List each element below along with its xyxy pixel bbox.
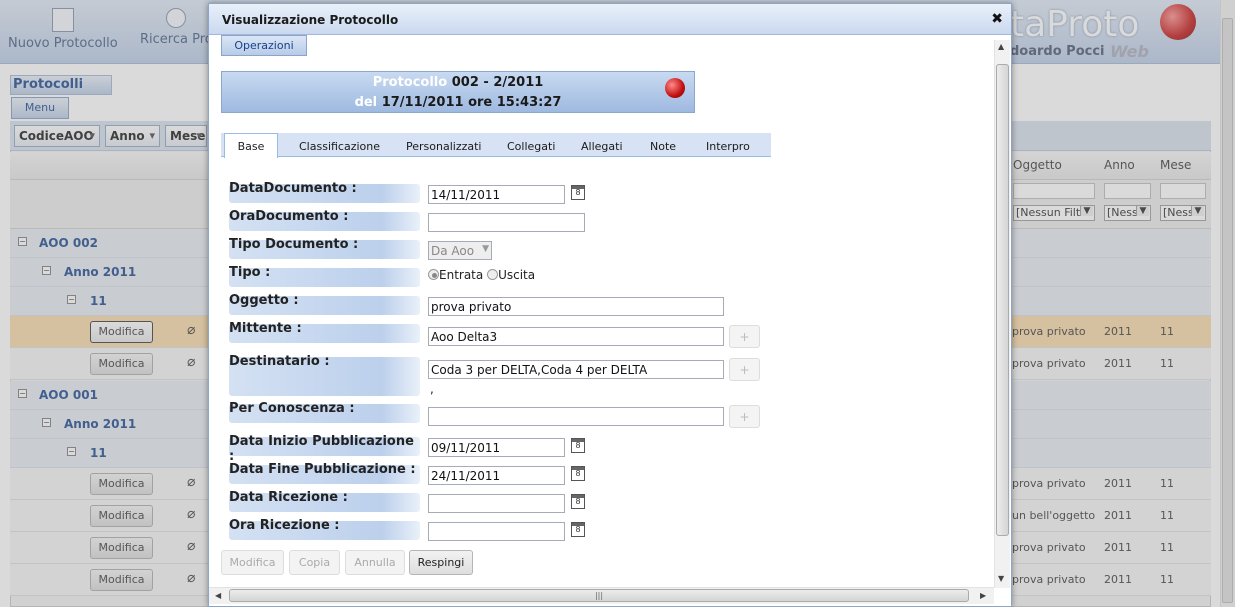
field-label: OraDocumento : — [229, 209, 420, 231]
add-destinatario-button[interactable]: + — [729, 358, 760, 381]
scroll-left-arrow-icon[interactable]: ◀ — [215, 591, 221, 600]
destinatario-extra: , — [430, 382, 434, 396]
field-label: Tipo Documento : — [229, 237, 420, 259]
calendar-icon[interactable]: 8 — [571, 494, 585, 509]
tab-base[interactable]: Base — [224, 133, 278, 158]
data-documento-input[interactable]: 14/11/2011 — [428, 185, 565, 204]
field-label: Ora Ricezione : — [229, 518, 420, 540]
pushpin-icon — [665, 78, 685, 98]
tab-collegati[interactable]: Collegati — [507, 140, 555, 153]
protocol-summary: Protocollo 002 - 2/2011 del 17/11/2011 o… — [221, 71, 695, 113]
destinatario-input[interactable]: Coda 3 per DELTA,Coda 4 per DELTA — [428, 360, 724, 379]
reject-button[interactable]: Respingi — [409, 550, 473, 575]
field-label: Oggetto : — [229, 293, 420, 315]
tipo-documento-select[interactable]: Da Aoo ▼ — [428, 241, 492, 260]
modify-button[interactable]: Modifica — [221, 550, 284, 575]
data-ricezione-input[interactable] — [428, 494, 565, 513]
field-label: Destinatario : — [229, 354, 420, 396]
mittente-input[interactable]: Aoo Delta3 — [428, 327, 724, 346]
tab-classificazione[interactable]: Classificazione — [299, 140, 380, 153]
field-label: Per Conoscenza : — [229, 401, 420, 423]
operations-button[interactable]: Operazioni — [221, 35, 307, 56]
oggetto-input[interactable]: prova privato — [428, 297, 724, 316]
add-mittente-button[interactable]: + — [729, 325, 760, 348]
tab-personalizzati[interactable]: Personalizzati — [406, 140, 481, 153]
dialog-title: Visualizzazione Protocollo — [209, 4, 1011, 35]
copy-button[interactable]: Copia — [289, 550, 340, 575]
scroll-right-arrow-icon[interactable]: ▶ — [980, 591, 986, 600]
field-label: Data Ricezione : — [229, 490, 420, 512]
scroll-up-arrow-icon[interactable]: ▲ — [998, 42, 1004, 51]
cancel-button[interactable]: Annulla — [345, 550, 405, 575]
tab-note[interactable]: Note — [650, 140, 676, 153]
protocol-dialog: Visualizzazione Protocollo ✖ Operazioni … — [208, 3, 1012, 607]
radio-uscita[interactable] — [487, 269, 499, 280]
close-icon[interactable]: ✖ — [991, 11, 1003, 27]
radio-entrata[interactable] — [428, 269, 439, 280]
tab-interpro[interactable]: Interpro — [706, 140, 750, 153]
calendar-icon[interactable]: 8 — [571, 438, 585, 453]
field-label: Mittente : — [229, 321, 420, 343]
dialog-horizontal-scroll-thumb[interactable]: ||| — [229, 589, 969, 602]
per-conoscenza-input[interactable] — [428, 407, 724, 426]
field-label: DataDocumento : — [229, 181, 420, 203]
calendar-icon[interactable]: 8 — [571, 522, 585, 537]
dialog-vertical-scroll-thumb[interactable] — [996, 64, 1009, 536]
calendar-icon[interactable]: 8 — [571, 466, 585, 481]
field-label: Data Fine Pubblicazione : — [229, 462, 420, 484]
add-conoscenza-button[interactable]: + — [729, 405, 760, 428]
data-inizio-pubblicazione-input[interactable]: 09/11/2011 — [428, 438, 565, 457]
ora-documento-input[interactable] — [428, 213, 585, 232]
tab-allegati[interactable]: Allegati — [581, 140, 623, 153]
calendar-icon[interactable]: 8 — [571, 185, 585, 200]
field-label: Tipo : — [229, 265, 420, 287]
scroll-down-arrow-icon[interactable]: ▼ — [998, 574, 1004, 583]
field-label: Data Inizio Pubblicazione : — [229, 434, 420, 464]
tipo-radio-group: Entrata Uscita — [428, 268, 535, 282]
data-fine-pubblicazione-input[interactable]: 24/11/2011 — [428, 466, 565, 485]
ora-ricezione-input[interactable] — [428, 522, 565, 541]
